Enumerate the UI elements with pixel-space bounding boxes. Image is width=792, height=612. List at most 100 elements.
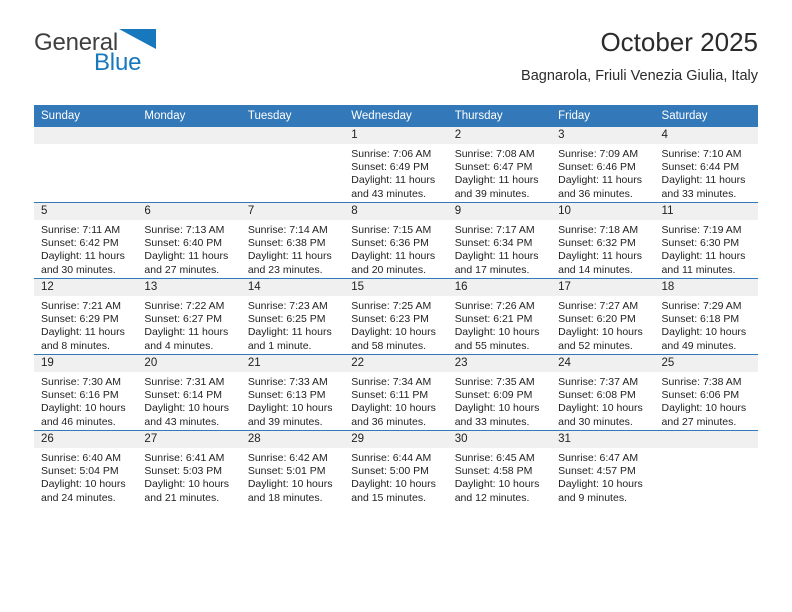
day-details: Sunrise: 7:37 AM Sunset: 6:08 PM Daylight:… (551, 372, 654, 429)
day-cell[interactable] (34, 127, 138, 203)
day-details: Sunrise: 7:31 AM Sunset: 6:14 PM Daylight:… (137, 372, 240, 429)
day-number: 4 (654, 127, 758, 144)
day-number: 5 (34, 203, 138, 220)
day-cell[interactable]: 22 Sunrise: 7:34 AM Sunset: 6:11 PM Dayligh… (344, 354, 448, 431)
day-cell[interactable]: 5 Sunrise: 7:11 AM Sunset: 6:42 PM Daylight… (34, 202, 138, 279)
daylight-text-line1: Daylight: 10 hours (41, 478, 126, 491)
day-cell[interactable]: 4 Sunrise: 7:10 AM Sunset: 6:44 PM Daylight… (654, 127, 758, 203)
daylight-text-line1: Daylight: 10 hours (351, 478, 436, 491)
sunset-text: Sunset: 5:04 PM (41, 465, 119, 478)
daylight-text-line1: Daylight: 10 hours (351, 326, 436, 339)
day-cell[interactable]: 25 Sunrise: 7:38 AM Sunset: 6:06 PM Dayligh… (654, 354, 758, 431)
sunset-text: Sunset: 6:36 PM (351, 237, 429, 250)
day-cell[interactable]: 29 Sunrise: 6:44 AM Sunset: 5:00 PM Dayligh… (344, 430, 448, 506)
sunrise-text: Sunrise: 7:31 AM (144, 376, 225, 388)
day-details: Sunrise: 7:09 AM Sunset: 6:46 PM Daylight:… (551, 144, 654, 201)
day-cell[interactable]: 19 Sunrise: 7:30 AM Sunset: 6:16 PM Dayligh… (34, 354, 138, 431)
daylight-text-line1: Daylight: 10 hours (454, 326, 540, 339)
day-cell[interactable]: 17 Sunrise: 7:27 AM Sunset: 6:20 PM Dayligh… (551, 278, 655, 355)
daylight-text-line1: Daylight: 10 hours (661, 402, 747, 415)
daylight-text-line2: and 23 minutes. (247, 263, 323, 276)
day-cell[interactable]: 24 Sunrise: 7:37 AM Sunset: 6:08 PM Dayligh… (551, 354, 655, 431)
day-number: 12 (34, 279, 138, 296)
day-cell[interactable]: 23 Sunrise: 7:35 AM Sunset: 6:09 PM Dayligh… (447, 354, 552, 431)
daylight-text-line1: Daylight: 11 hours (247, 250, 332, 263)
weekday-header-row: Sunday Monday Tuesday Wednesday Thursday… (34, 105, 758, 127)
sunset-text: Sunset: 5:01 PM (247, 465, 326, 478)
daylight-text-line1: Daylight: 10 hours (454, 478, 540, 491)
day-cell[interactable]: 3 Sunrise: 7:09 AM Sunset: 6:46 PM Daylight… (551, 127, 655, 203)
day-number: 13 (137, 279, 241, 296)
daylight-text-line1: Daylight: 10 hours (558, 402, 643, 415)
sunset-text: Sunset: 6:25 PM (247, 313, 326, 326)
sunrise-text: Sunrise: 7:06 AM (351, 148, 432, 160)
sunrise-text: Sunrise: 7:17 AM (454, 224, 535, 236)
brand-logo[interactable]: General Blue (34, 26, 294, 76)
day-cell[interactable]: 1 Sunrise: 7:06 AM Sunset: 6:49 PM Daylight… (344, 127, 448, 203)
day-cell[interactable]: 2 Sunrise: 7:08 AM Sunset: 6:47 PM Daylight… (447, 127, 552, 203)
day-cell[interactable]: 12 Sunrise: 7:21 AM Sunset: 6:29 PM Dayligh… (34, 278, 138, 355)
day-details: Sunrise: 7:27 AM Sunset: 6:20 PM Daylight:… (551, 296, 654, 353)
sunrise-text: Sunrise: 7:09 AM (558, 148, 639, 160)
daylight-text-line1: Daylight: 11 hours (661, 250, 746, 263)
sunrise-text: Sunrise: 7:18 AM (558, 224, 639, 236)
daylight-text-line2: and 12 minutes. (454, 491, 530, 504)
sunrise-text: Sunrise: 7:27 AM (558, 300, 639, 312)
day-number: 22 (344, 355, 448, 372)
day-cell[interactable]: 7 Sunrise: 7:14 AM Sunset: 6:38 PM Daylight… (240, 202, 345, 279)
daylight-text-line2: and 24 minutes. (41, 491, 116, 504)
day-cell[interactable]: 14 Sunrise: 7:23 AM Sunset: 6:25 PM Dayligh… (240, 278, 345, 355)
day-cell[interactable]: 30 Sunrise: 6:45 AM Sunset: 4:58 PM Dayligh… (447, 430, 552, 506)
sunrise-text: Sunrise: 7:11 AM (41, 224, 121, 236)
daylight-text-line2: and 49 minutes. (661, 339, 737, 352)
daylight-text-line2: and 58 minutes. (351, 339, 426, 352)
day-details (241, 144, 344, 148)
day-number: 23 (447, 355, 552, 372)
daylight-text-line2: and 11 minutes. (661, 263, 736, 276)
day-cell[interactable]: 18 Sunrise: 7:29 AM Sunset: 6:18 PM Dayligh… (654, 278, 758, 355)
day-cell[interactable]: 15 Sunrise: 7:25 AM Sunset: 6:23 PM Dayligh… (344, 278, 448, 355)
calendar-week-row: 19 Sunrise: 7:30 AM Sunset: 6:16 PM Dayligh… (34, 354, 758, 431)
day-cell[interactable]: 9 Sunrise: 7:17 AM Sunset: 6:34 PM Daylight… (447, 202, 552, 279)
day-cell[interactable] (240, 127, 345, 203)
day-number: 8 (344, 203, 448, 220)
sunrise-text: Sunrise: 7:08 AM (454, 148, 535, 160)
sunrise-text: Sunrise: 6:40 AM (41, 452, 121, 464)
day-number: 24 (551, 355, 655, 372)
day-cell[interactable]: 10 Sunrise: 7:18 AM Sunset: 6:32 PM Dayligh… (551, 202, 655, 279)
day-cell[interactable]: 27 Sunrise: 6:41 AM Sunset: 5:03 PM Dayligh… (137, 430, 241, 506)
day-cell[interactable]: 6 Sunrise: 7:13 AM Sunset: 6:40 PM Daylight… (137, 202, 241, 279)
day-number (34, 127, 138, 144)
sunset-text: Sunset: 6:29 PM (41, 313, 119, 326)
daylight-text-line2: and 55 minutes. (454, 339, 530, 352)
day-details: Sunrise: 7:25 AM Sunset: 6:23 PM Daylight:… (344, 296, 447, 353)
day-number: 26 (34, 431, 138, 448)
day-details: Sunrise: 6:45 AM Sunset: 4:58 PM Daylight:… (448, 448, 551, 505)
day-cell[interactable]: 28 Sunrise: 6:42 AM Sunset: 5:01 PM Dayligh… (240, 430, 345, 506)
day-cell[interactable]: 31 Sunrise: 6:47 AM Sunset: 4:57 PM Dayligh… (551, 430, 655, 506)
daylight-text-line1: Daylight: 10 hours (247, 402, 333, 415)
day-cell[interactable]: 11 Sunrise: 7:19 AM Sunset: 6:30 PM Dayligh… (654, 202, 758, 279)
day-number: 7 (240, 203, 345, 220)
day-cell[interactable]: 26 Sunrise: 6:40 AM Sunset: 5:04 PM Dayligh… (34, 430, 138, 506)
day-cell[interactable]: 16 Sunrise: 7:26 AM Sunset: 6:21 PM Dayligh… (447, 278, 552, 355)
sunset-text: Sunset: 6:16 PM (41, 389, 119, 402)
day-cell[interactable]: 8 Sunrise: 7:15 AM Sunset: 6:36 PM Daylight… (344, 202, 448, 279)
day-cell[interactable] (654, 430, 758, 506)
sunrise-text: Sunrise: 7:15 AM (351, 224, 432, 236)
daylight-text-line1: Daylight: 10 hours (558, 326, 643, 339)
day-details: Sunrise: 7:21 AM Sunset: 6:29 PM Daylight:… (34, 296, 137, 353)
day-cell[interactable]: 13 Sunrise: 7:22 AM Sunset: 6:27 PM Dayligh… (137, 278, 241, 355)
daylight-text-line1: Daylight: 10 hours (558, 478, 643, 491)
daylight-text-line2: and 20 minutes. (351, 263, 426, 276)
sunrise-text: Sunrise: 7:33 AM (247, 376, 328, 388)
sunrise-text: Sunrise: 7:37 AM (558, 376, 639, 388)
sunrise-text: Sunrise: 6:42 AM (247, 452, 328, 464)
daylight-text-line1: Daylight: 10 hours (247, 478, 333, 491)
day-cell[interactable]: 21 Sunrise: 7:33 AM Sunset: 6:13 PM Dayligh… (240, 354, 345, 431)
daylight-text-line2: and 46 minutes. (41, 415, 116, 428)
day-cell[interactable] (137, 127, 241, 203)
day-cell[interactable]: 20 Sunrise: 7:31 AM Sunset: 6:14 PM Dayligh… (137, 354, 241, 431)
calendar-week-row: 12 Sunrise: 7:21 AM Sunset: 6:29 PM Dayligh… (34, 278, 758, 355)
daylight-text-line2: and 8 minutes. (41, 339, 110, 352)
